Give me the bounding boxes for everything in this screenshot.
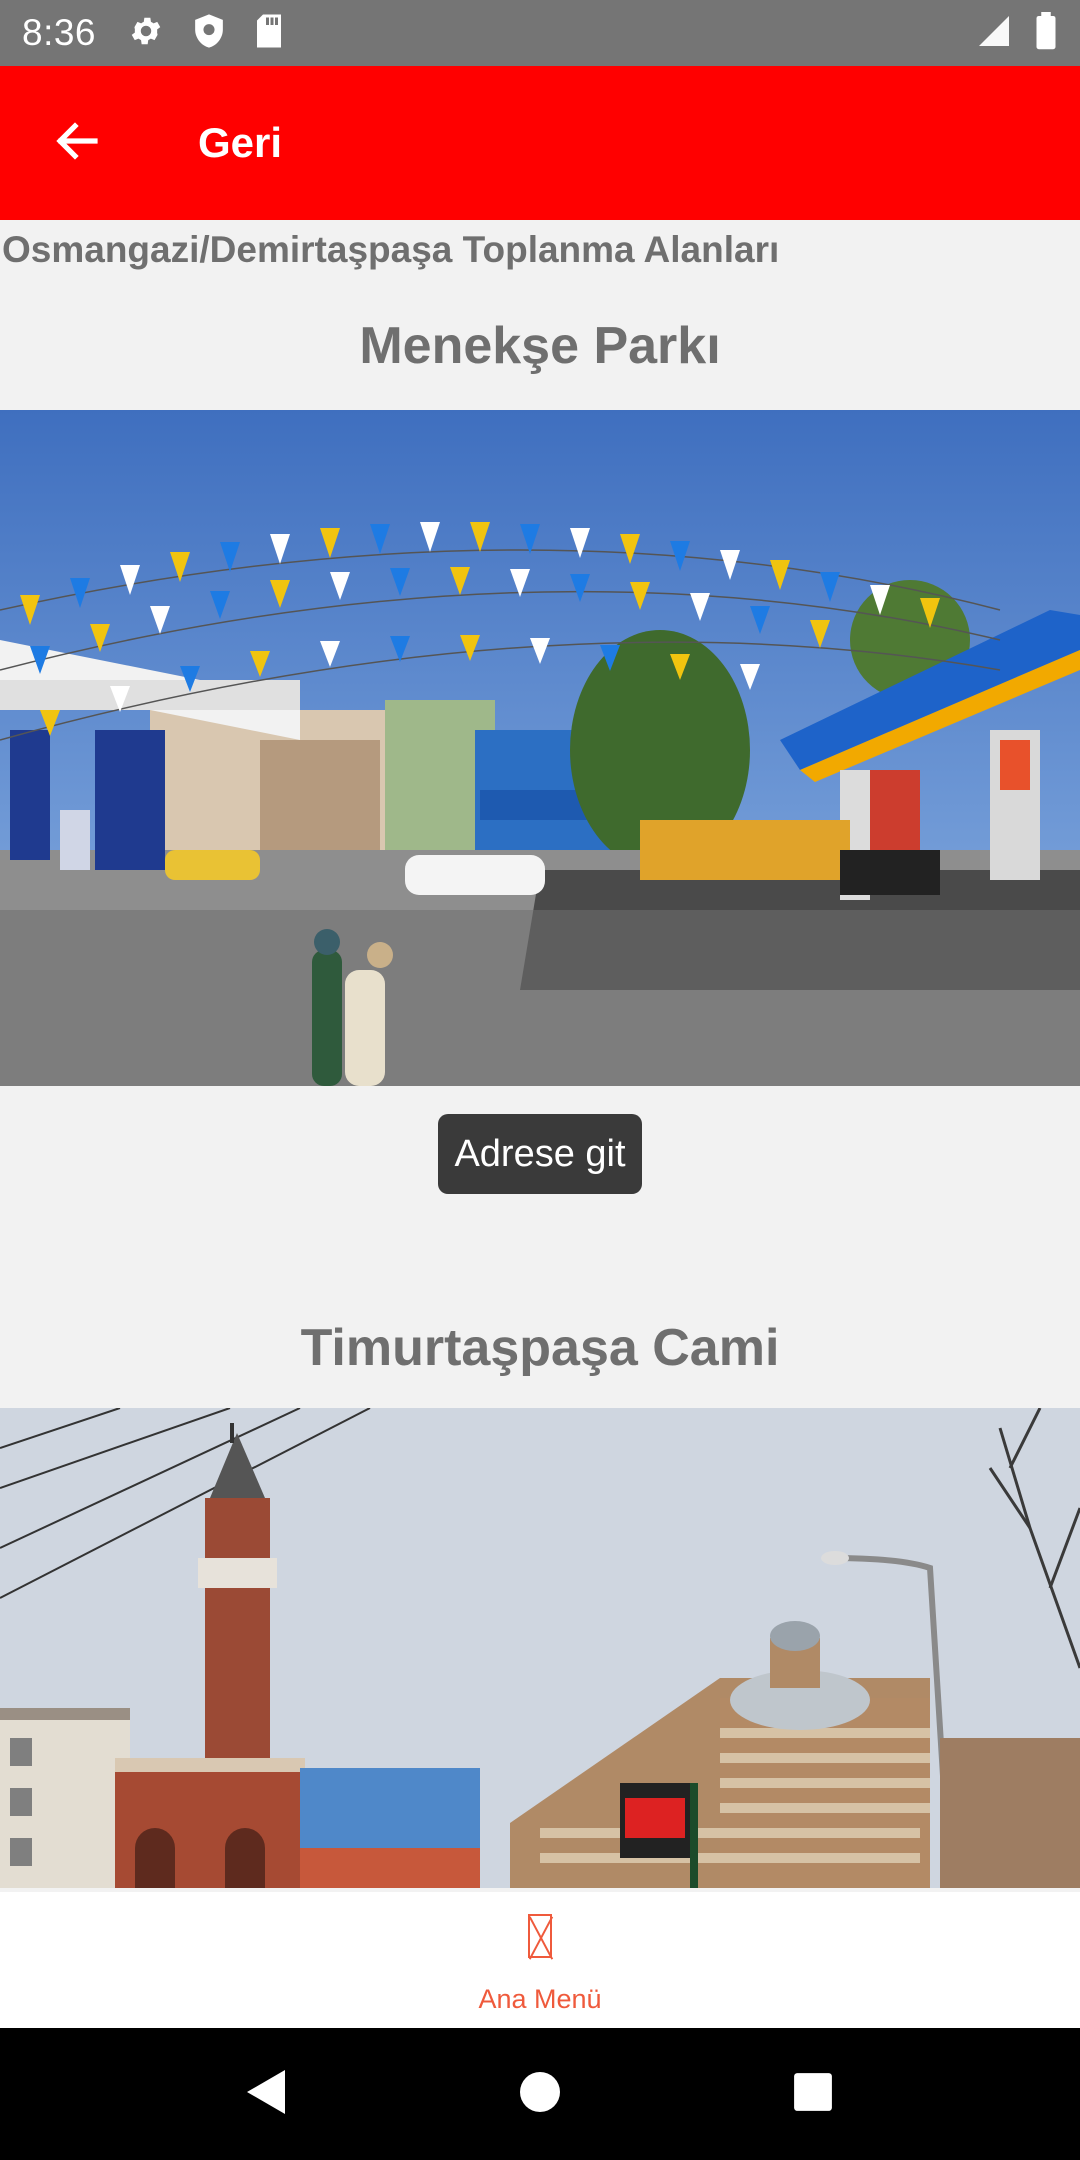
- recents-square-icon: [792, 2071, 834, 2118]
- status-bar: 8:36: [0, 0, 1080, 66]
- nav-recents-button[interactable]: [763, 2044, 863, 2144]
- content-scroll[interactable]: Osmangazi/Demirtaşpaşa Toplanma Alanları…: [0, 220, 1080, 1892]
- place-photo-timurtaspasa-cami: [0, 1408, 1080, 1888]
- home-circle-icon: [518, 2070, 562, 2119]
- sd-card-icon: [254, 13, 284, 54]
- status-icons-right: [976, 11, 1058, 55]
- back-button[interactable]: [0, 66, 154, 220]
- status-icons-left: [128, 13, 284, 54]
- shield-icon: [192, 13, 226, 54]
- place-title: Menekşe Parkı: [359, 317, 721, 375]
- app-bar-title: Geri: [198, 119, 283, 166]
- app-bar: Geri: [0, 66, 1080, 220]
- go-button-wrap: Adrese git: [0, 1114, 1080, 1194]
- back-triangle-icon: [245, 2068, 289, 2121]
- system-nav-bar: [0, 2028, 1080, 2160]
- main-menu-label: Ana Menü: [478, 1983, 602, 2014]
- main-menu-tab[interactable]: Ana Menü: [0, 1892, 1080, 2028]
- go-to-address-button[interactable]: Adrese git: [438, 1114, 642, 1194]
- nav-back-button[interactable]: [217, 2044, 317, 2144]
- gear-icon: [128, 13, 164, 54]
- district-title: Osmangazi/Demirtaşpaşa Toplanma Alanları: [2, 229, 780, 270]
- place-photo-menekse-parki: [0, 410, 1080, 1086]
- arrow-left-icon: [53, 117, 101, 170]
- battery-icon: [1034, 11, 1058, 55]
- signal-icon: [976, 13, 1012, 54]
- missing-glyph-icon: [528, 1913, 552, 1958]
- nav-home-button[interactable]: [490, 2044, 590, 2144]
- place-title: Timurtaşpaşa Cami: [300, 1319, 780, 1377]
- status-time: 8:36: [22, 12, 97, 53]
